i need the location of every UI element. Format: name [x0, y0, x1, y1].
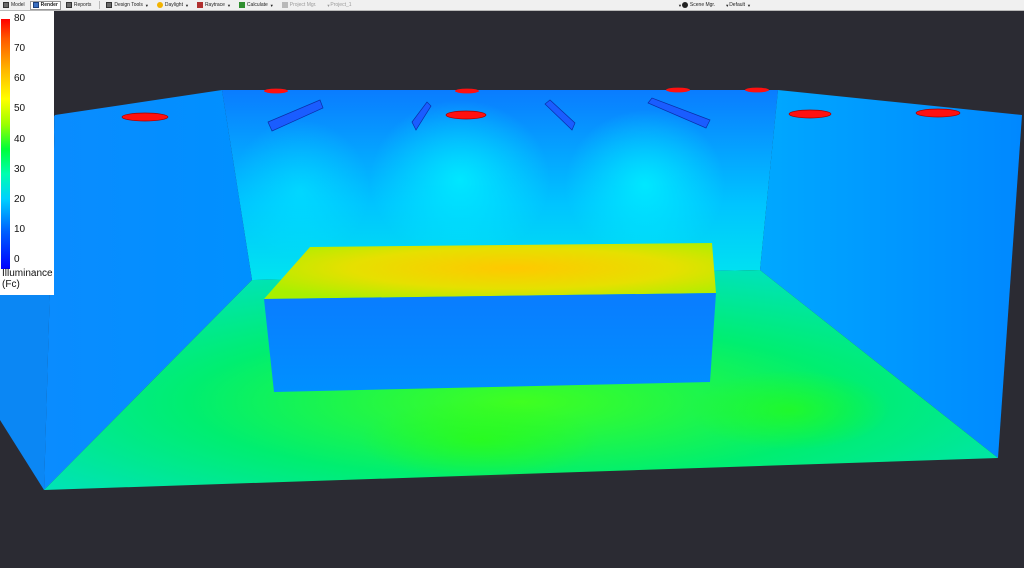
- legend-tick: 0: [14, 254, 20, 265]
- chevron-down-icon: ▼: [184, 2, 189, 8]
- daylight-label: Daylight: [164, 2, 183, 8]
- raytrace-icon: [196, 2, 203, 8]
- downlight-luminaire: [455, 88, 479, 94]
- raytrace-menu[interactable]: Raytrace ▼: [194, 1, 234, 10]
- downlight-luminaire: [666, 87, 690, 93]
- wall-glow: [565, 110, 725, 260]
- floor-hotspot: [690, 370, 890, 450]
- model-tab[interactable]: Model: [0, 1, 28, 10]
- downlight-luminaire: [745, 87, 769, 93]
- legend-title-line2: (Fc): [2, 279, 20, 290]
- project-name: Project_1: [330, 2, 352, 8]
- wall-glow: [370, 100, 550, 260]
- design-tools-menu[interactable]: Design Tools ▼: [103, 1, 152, 10]
- project-manager-button[interactable]: Project Mgr.: [279, 1, 320, 10]
- project-selector[interactable]: ▼ Project_1: [321, 1, 354, 10]
- calculate-label: Calculate: [246, 2, 268, 8]
- table-top: [264, 243, 716, 299]
- legend-tick: 70: [14, 43, 26, 54]
- legend-tick: 10: [14, 224, 26, 235]
- legend-title: Illuminance (Fc): [2, 268, 53, 290]
- render-tab-label: Render: [40, 2, 58, 8]
- chevron-down-icon: ▼: [226, 2, 231, 8]
- legend-tick: 50: [14, 103, 26, 114]
- ribbon-toolbar: Model Render Reports Design Tools ▼ Dayl…: [0, 0, 1024, 11]
- legend-tick: 80: [14, 13, 26, 24]
- calculate-icon: [238, 2, 245, 8]
- design-tools-label: Design Tools: [114, 2, 143, 8]
- scene-manager-button[interactable]: ▼ Scene Mgr.: [673, 1, 718, 10]
- floor-hotspot: [360, 400, 600, 480]
- reports-tab-label: Reports: [73, 2, 92, 8]
- design-tools-icon: [106, 2, 113, 8]
- illuminance-legend: 80 70 60 50 40 30 20 10 0 Illuminance (F…: [0, 11, 54, 295]
- render-viewport[interactable]: [0, 11, 1024, 568]
- downlight-luminaire: [915, 108, 961, 118]
- daylight-icon: [156, 2, 163, 8]
- scene-selector[interactable]: ▼ Default ▼: [720, 1, 754, 10]
- model-tab-label: Model: [11, 2, 25, 8]
- render-tab[interactable]: Render: [29, 0, 61, 10]
- toolbar-separator: [99, 1, 101, 9]
- downlight-luminaire: [121, 112, 169, 122]
- legend-tick: 20: [14, 194, 26, 205]
- downlight-luminaire: [445, 110, 487, 120]
- legend-tick: 60: [14, 73, 26, 84]
- scene-manager-icon: [681, 2, 688, 8]
- downlight-luminaire: [264, 88, 288, 94]
- legend-title-line1: Illuminance: [2, 268, 53, 279]
- scene-manager-label: Scene Mgr.: [689, 2, 716, 8]
- calculate-menu[interactable]: Calculate ▼: [236, 1, 277, 10]
- legend-tick: 40: [14, 134, 26, 145]
- scene-value: Default: [729, 2, 746, 8]
- chevron-down-icon: ▼: [747, 2, 751, 8]
- reports-icon: [65, 2, 72, 8]
- chevron-down-icon: ▼: [144, 2, 149, 8]
- illuminance-render: [0, 87, 1022, 490]
- daylight-menu[interactable]: Daylight ▼: [154, 1, 192, 10]
- reports-tab[interactable]: Reports: [63, 1, 95, 10]
- color-scale-bar: [1, 19, 10, 269]
- legend-tick: 30: [14, 164, 26, 175]
- raytrace-label: Raytrace: [204, 2, 225, 8]
- model-icon: [3, 2, 9, 8]
- wall-glow: [230, 120, 370, 260]
- project-manager-label: Project Mgr.: [289, 2, 317, 8]
- project-manager-icon: [281, 2, 288, 8]
- render-icon: [32, 2, 39, 8]
- chevron-down-icon: ▼: [269, 2, 274, 8]
- downlight-luminaire: [788, 109, 832, 119]
- table-front: [264, 293, 716, 392]
